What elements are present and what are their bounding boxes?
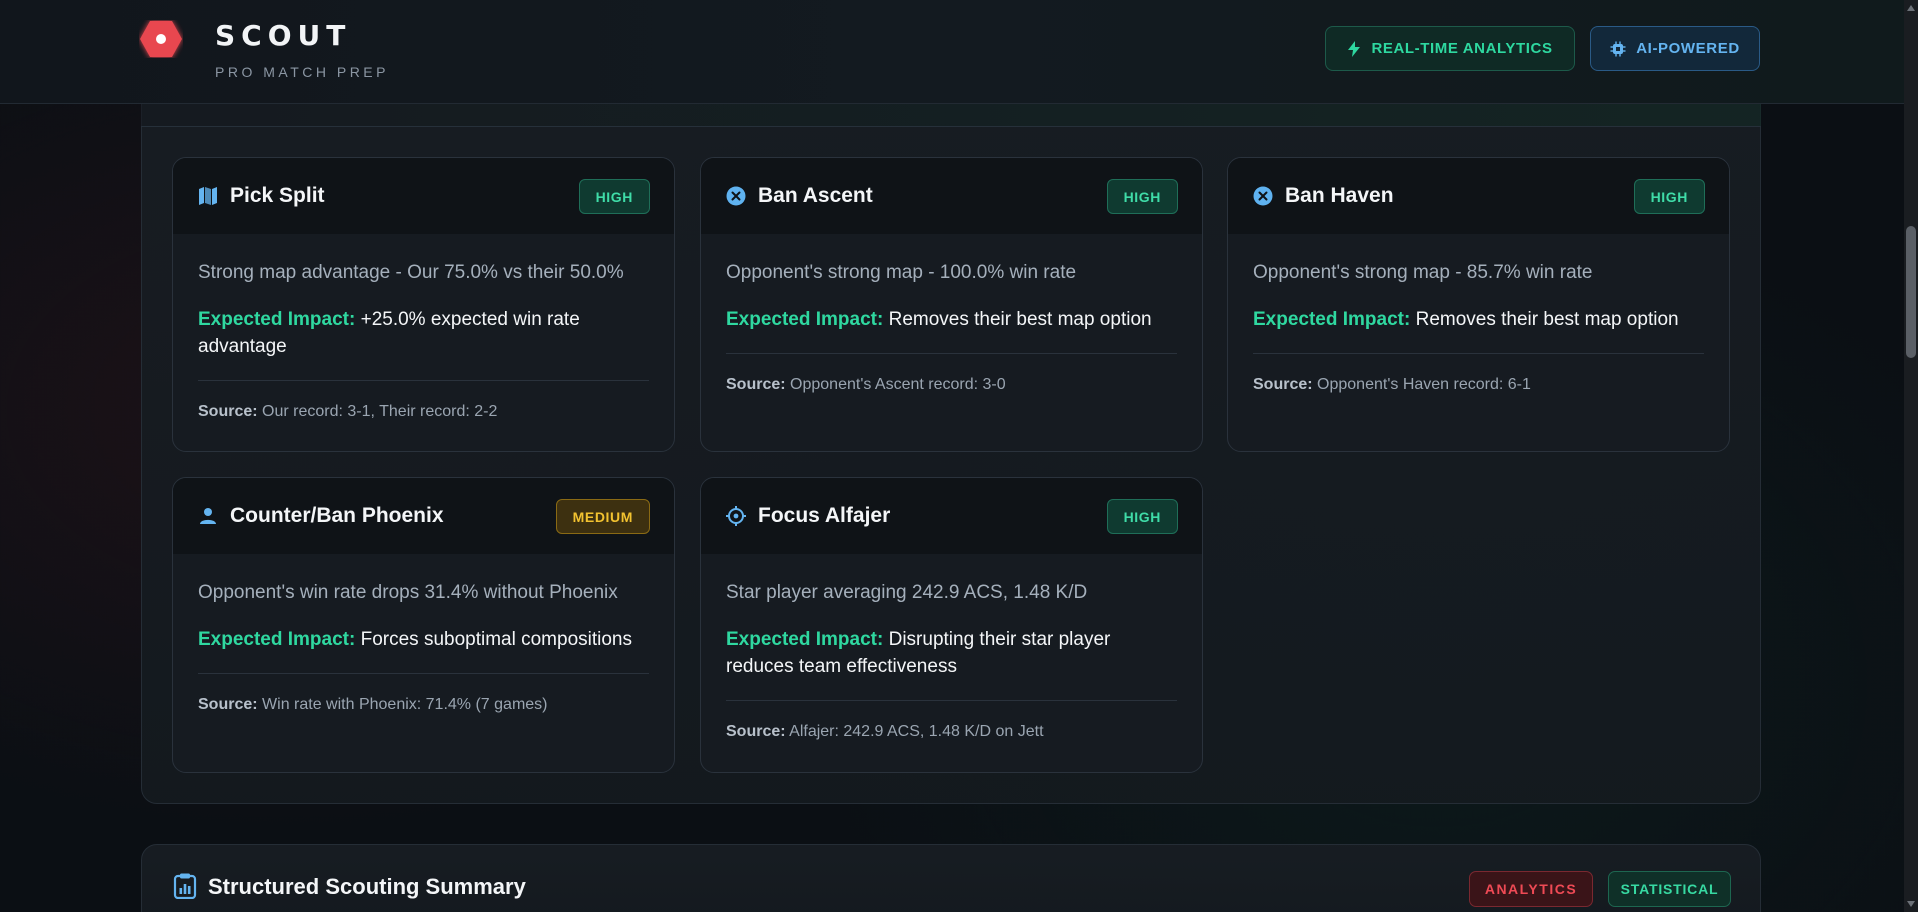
impact-text: Removes their best map option (888, 309, 1152, 330)
card-title: Counter/Ban Phoenix (230, 504, 444, 527)
source-line: Source: Opponent's Ascent record: 3-0 (726, 376, 1177, 394)
card-description: Opponent's win rate drops 31.4% without … (198, 582, 618, 603)
source-label: Source: (198, 403, 258, 420)
summary-title: Structured Scouting Summary (208, 874, 526, 899)
card-title: Ban Ascent (758, 184, 873, 207)
source-text: Opponent's Haven record: 6-1 (1317, 376, 1531, 393)
card-title: Ban Haven (1285, 184, 1394, 207)
expected-impact: Expected Impact: Removes their best map … (726, 306, 1177, 333)
card-description: Star player averaging 242.9 ACS, 1.48 K/… (726, 582, 1088, 603)
scouting-summary-panel: Structured Scouting Summary ANALYTICS ST… (141, 844, 1761, 912)
recommendation-card-ban-haven: Ban Haven HIGH Opponent's strong map - 8… (1227, 157, 1730, 452)
priority-badge: MEDIUM (555, 499, 650, 534)
brand-title: SCOUT (215, 19, 352, 52)
hexagon-logo-icon (140, 21, 182, 57)
recommendation-card-ban-ascent: Ban Ascent HIGH Opponent's strong map - … (700, 157, 1203, 452)
source-text: Our record: 3-1, Their record: 2-2 (262, 403, 498, 420)
priority-badge: HIGH (1106, 179, 1178, 214)
source-label: Source: (198, 696, 258, 713)
impact-label: Expected Impact: (726, 309, 884, 330)
ai-powered-badge: AI-POWERED (1590, 26, 1760, 71)
priority-badge: HIGH (1106, 499, 1178, 534)
panel-header-strip (141, 104, 1761, 127)
priority-badge: HIGH (1633, 179, 1705, 214)
x-circle-icon (725, 185, 747, 207)
source-text: Win rate with Phoenix: 71.4% (7 games) (262, 696, 548, 713)
statistical-badge: STATISTICAL (1608, 871, 1731, 907)
scroll-up-arrow-icon[interactable] (1907, 5, 1915, 11)
source-label: Source: (1253, 376, 1313, 393)
card-description: Strong map advantage - Our 75.0% vs thei… (198, 262, 624, 283)
source-label: Source: (726, 376, 786, 393)
card-header: Focus Alfajer HIGH (701, 478, 1202, 554)
source-text: Alfajer: 242.9 ACS, 1.48 K/D on Jett (789, 723, 1044, 740)
card-description: Opponent's strong map - 100.0% win rate (726, 262, 1077, 283)
impact-label: Expected Impact: (1253, 309, 1411, 330)
crosshair-icon (725, 505, 747, 527)
impact-label: Expected Impact: (198, 309, 356, 330)
vertical-scrollbar[interactable] (1904, 0, 1918, 912)
priority-badge: HIGH (578, 179, 650, 214)
expected-impact: Expected Impact: Forces suboptimal compo… (198, 626, 649, 653)
impact-text: Removes their best map option (1415, 309, 1679, 330)
card-header: Ban Ascent HIGH (701, 158, 1202, 234)
brand-subtitle: PRO MATCH PREP (215, 64, 389, 80)
recommendation-card-pick-split: Pick Split HIGH Strong map advantage - O… (172, 157, 675, 452)
card-description: Opponent's strong map - 85.7% win rate (1253, 262, 1593, 283)
scrollbar-thumb[interactable] (1906, 226, 1916, 358)
expected-impact: Expected Impact: Disrupting their star p… (726, 626, 1177, 680)
card-divider (726, 700, 1177, 701)
impact-text: Forces suboptimal compositions (360, 629, 632, 650)
source-text: Opponent's Ascent record: 3-0 (790, 376, 1006, 393)
card-divider (198, 380, 649, 381)
ai-powered-label: AI-POWERED (1636, 40, 1740, 57)
source-label: Source: (726, 723, 786, 740)
recommendation-card-focus-alfajer: Focus Alfajer HIGH Star player averaging… (700, 477, 1203, 773)
clipboard-chart-icon (173, 873, 197, 899)
card-header: Pick Split HIGH (173, 158, 674, 234)
realtime-analytics-label: REAL-TIME ANALYTICS (1371, 40, 1553, 57)
source-line: Source: Win rate with Phoenix: 71.4% (7 … (198, 696, 649, 714)
expected-impact: Expected Impact: Removes their best map … (1253, 306, 1704, 333)
card-title: Pick Split (230, 184, 325, 207)
source-line: Source: Our record: 3-1, Their record: 2… (198, 403, 649, 421)
source-line: Source: Alfajer: 242.9 ACS, 1.48 K/D on … (726, 723, 1177, 741)
chip-icon (1610, 41, 1626, 56)
x-circle-icon (1252, 185, 1274, 207)
expected-impact: Expected Impact: +25.0% expected win rat… (198, 306, 649, 360)
lightning-icon (1348, 40, 1361, 57)
card-header: Counter/Ban Phoenix MEDIUM (173, 478, 674, 554)
impact-label: Expected Impact: (726, 629, 884, 650)
map-icon (197, 185, 219, 207)
app-header: SCOUT PRO MATCH PREP REAL-TIME ANALYTICS… (0, 0, 1904, 104)
card-divider (1253, 353, 1704, 354)
card-divider (726, 353, 1177, 354)
realtime-analytics-badge: REAL-TIME ANALYTICS (1325, 26, 1575, 71)
card-header: Ban Haven HIGH (1228, 158, 1729, 234)
card-divider (198, 673, 649, 674)
analytics-badge: ANALYTICS (1469, 871, 1593, 907)
recommendation-card-counter-phoenix: Counter/Ban Phoenix MEDIUM Opponent's wi… (172, 477, 675, 773)
impact-label: Expected Impact: (198, 629, 356, 650)
card-title: Focus Alfajer (758, 504, 891, 527)
user-icon (197, 505, 219, 527)
scroll-down-arrow-icon[interactable] (1907, 901, 1915, 907)
source-line: Source: Opponent's Haven record: 6-1 (1253, 376, 1704, 394)
